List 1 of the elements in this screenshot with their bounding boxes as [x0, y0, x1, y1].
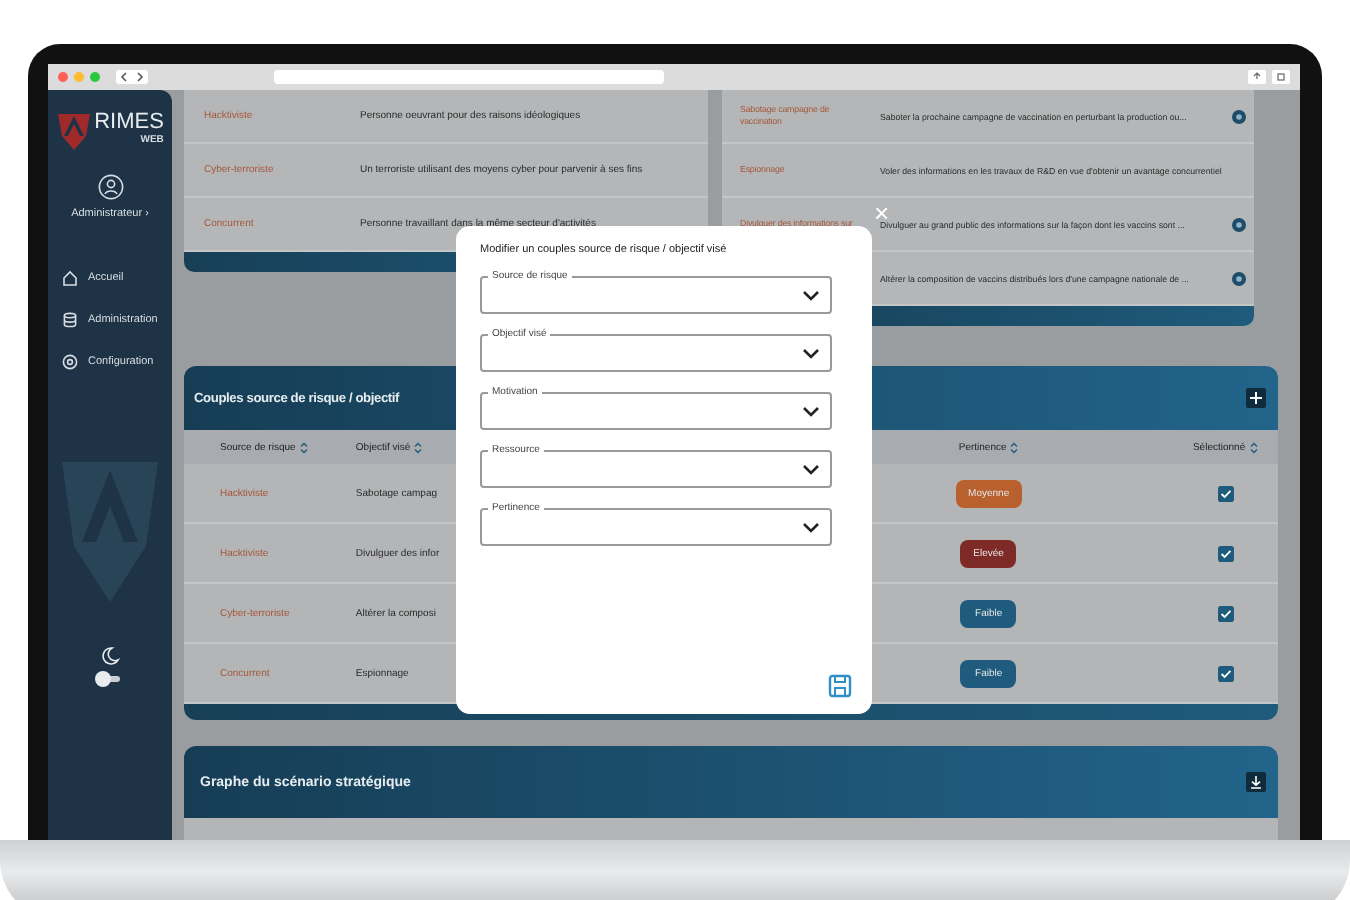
logo-name: RIMES	[94, 110, 164, 134]
